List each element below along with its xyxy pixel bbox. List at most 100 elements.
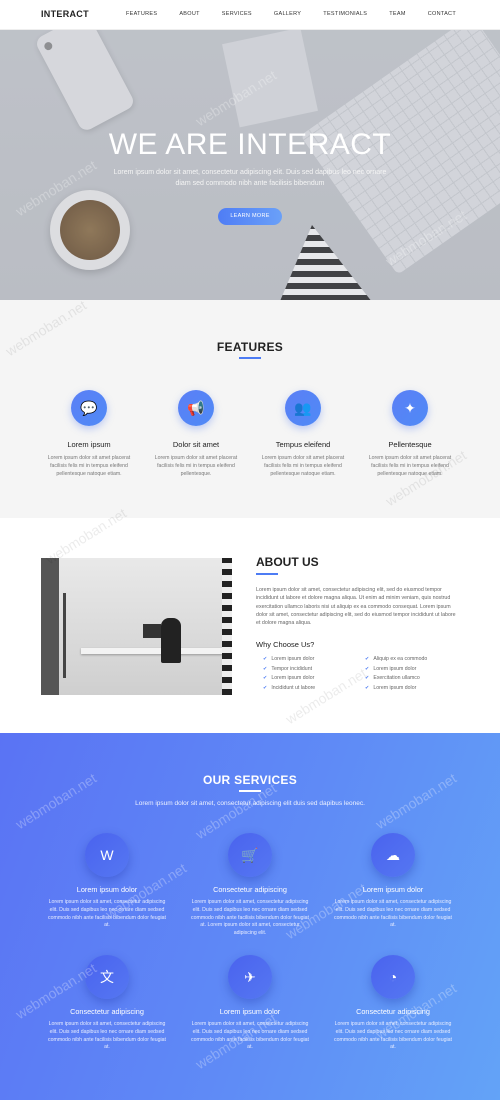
nav-link-features[interactable]: FEATURES [126, 11, 157, 17]
nav-link-about[interactable]: ABOUT [179, 11, 199, 17]
list-item: ✔ Exercitation ullamco [365, 675, 427, 685]
service-title: Lorem ipsum dolor [219, 1007, 281, 1016]
photo-stripe [222, 558, 232, 695]
service-card: 文 Consectetur adipiscing Lorem ipsum dol… [47, 955, 167, 1052]
check-icon: ✔ [263, 675, 268, 682]
photo-person [161, 618, 181, 663]
why-list-right: ✔ Aliquip ex ea commodo ✔ Lorem ipsum dolo… [365, 656, 427, 695]
brand-logo[interactable]: INTERACT [41, 9, 89, 19]
list-item: ✔ Lorem ipsum dolor [365, 666, 427, 676]
features-title-underline [239, 357, 261, 359]
list-item-label: Lorem ipsum dolor [373, 665, 417, 672]
users-icon: 👥 [285, 390, 321, 426]
service-title: Consectetur adipiscing [356, 1007, 430, 1016]
list-item: ✔ Lorem ipsum dolor [365, 685, 427, 695]
service-card: W Lorem ipsum dolor Lorem ipsum dolor si… [47, 833, 167, 930]
feature-card: ✦ Pellentesque Lorem ipsum dolor sit ame… [360, 390, 460, 478]
service-text: Lorem ipsum dolor sit amet, consectetur … [191, 1021, 309, 1051]
cart-icon: 🛒 [228, 833, 272, 877]
check-icon: ✔ [365, 656, 370, 662]
photo-shelf [41, 558, 59, 695]
service-title: Lorem ipsum dolor [76, 885, 138, 894]
feature-title: Lorem ipsum [67, 440, 111, 449]
list-item-label: Incididunt ut labore [271, 685, 316, 692]
photo-monitor [143, 624, 161, 638]
check-icon: ✔ [365, 665, 370, 672]
list-item: ✔ Lorem ipsum dolor [263, 656, 315, 666]
feature-text: Lorem ipsum dolor sit amet placerat faci… [154, 455, 238, 477]
list-item: ✔ Lorem ipsum dolor [263, 675, 315, 685]
list-item-label: Aliquip ex ea commodo [373, 656, 428, 662]
about-photo [41, 558, 232, 695]
service-text: Lorem ipsum dolor sit amet, consectetur … [334, 899, 452, 929]
nav-link-services[interactable]: SERVICES [222, 11, 252, 17]
feature-text: Lorem ipsum dolor sit amet placerat faci… [368, 455, 452, 477]
why-choose-title: Why Choose Us? [256, 640, 315, 649]
photo-lamp [63, 593, 66, 678]
list-item-label: Tempor incididunt [271, 665, 313, 672]
feature-card: 💬 Lorem ipsum Lorem ipsum dolor sit amet… [39, 390, 139, 478]
feature-title: Tempus eleifend [275, 440, 331, 449]
list-item: ✔ Aliquip ex ea commodo [365, 656, 427, 666]
hero-subtitle: Lorem ipsum dolor sit amet, consectetur … [113, 169, 387, 187]
nav-link-team[interactable]: TEAM [389, 11, 405, 17]
plane-icon: ✈ [228, 955, 272, 999]
list-item: ✔ Incididunt ut labore [263, 685, 315, 695]
feature-card: 📢 Dolor sit amet Lorem ipsum dolor sit a… [146, 390, 246, 478]
services-title-underline [239, 790, 261, 792]
service-card: ✈ Lorem ipsum dolor Lorem ipsum dolor si… [190, 955, 310, 1052]
about-text: Lorem ipsum dolor sit amet, consectetur … [256, 587, 456, 627]
feature-title: Pellentesque [388, 440, 432, 449]
wordpress-icon: W [85, 833, 129, 877]
service-text: Lorem ipsum dolor sit amet, consectetur … [334, 1021, 452, 1051]
services-section: OUR SERVICES Lorem ipsum dolor sit amet,… [0, 733, 500, 1100]
service-card: ◔ Consectetur adipiscing Lorem ipsum dol… [333, 955, 453, 1052]
chat-icon: 💬 [71, 390, 107, 426]
hero-section: WE ARE INTERACT Lorem ipsum dolor sit am… [0, 30, 500, 300]
why-list-left: ✔ Lorem ipsum dolor ✔ Tempor incididunt ✔ L… [263, 656, 315, 695]
service-text: Lorem ipsum dolor sit amet, consectetur … [48, 1021, 166, 1051]
nav-link-gallery[interactable]: GALLERY [274, 11, 301, 17]
service-text: Lorem ipsum dolor sit amet, consectetur … [48, 899, 166, 929]
service-title: Consectetur adipiscing [213, 885, 287, 894]
feature-text: Lorem ipsum dolor sit amet placerat faci… [261, 455, 345, 477]
about-section: ABOUT US Lorem ipsum dolor sit amet, con… [0, 505, 500, 733]
photo-desk [81, 648, 231, 654]
service-card: 🛒 Consectetur adipiscing Lorem ipsum dol… [190, 833, 310, 938]
check-icon: ✔ [263, 665, 268, 672]
hero-title: WE ARE INTERACT [108, 128, 392, 161]
magic-wand-icon: ✦ [392, 390, 428, 426]
check-icon: ✔ [365, 685, 370, 692]
nav-link-contact[interactable]: CONTACT [428, 11, 456, 17]
translate-icon: 文 [85, 955, 129, 999]
list-item-label: Lorem ipsum dolor [271, 656, 315, 662]
feature-title: Dolor sit amet [172, 440, 220, 449]
top-navbar: INTERACT FEATURES ABOUT SERVICES GALLERY… [0, 0, 500, 30]
services-subtitle: Lorem ipsum dolor sit amet, consectetur … [135, 800, 365, 807]
list-item-label: Exercitation ullamco [373, 675, 420, 682]
service-text: Lorem ipsum dolor sit amet, consectetur … [191, 899, 309, 937]
cloud-download-icon: ☁ [371, 833, 415, 877]
service-card: ☁ Lorem ipsum dolor Lorem ipsum dolor si… [333, 833, 453, 930]
service-title: Consectetur adipiscing [70, 1007, 144, 1016]
list-item-label: Lorem ipsum dolor [271, 675, 315, 682]
services-title: OUR SERVICES [202, 773, 298, 787]
photo-wall [41, 558, 232, 695]
about-title: ABOUT US [256, 555, 319, 569]
feature-text: Lorem ipsum dolor sit amet placerat faci… [47, 455, 131, 477]
list-item-label: Lorem ipsum dolor [373, 685, 417, 692]
hero-overlay [0, 30, 500, 300]
nav-menu: FEATURES ABOUT SERVICES GALLERY TESTIMON… [126, 11, 456, 17]
check-icon: ✔ [263, 656, 268, 662]
list-item: ✔ Tempor incididunt [263, 666, 315, 676]
pie-chart-icon: ◔ [371, 955, 415, 999]
nav-link-testimonials[interactable]: TESTIMONIALS [323, 11, 367, 17]
megaphone-icon: 📢 [178, 390, 214, 426]
service-title: Lorem ipsum dolor [362, 885, 424, 894]
features-title: FEATURES [216, 340, 284, 354]
learn-more-button[interactable]: LEARN MORE [218, 208, 282, 225]
check-icon: ✔ [263, 685, 268, 692]
about-title-underline [256, 573, 278, 575]
features-section: FEATURES 💬 Lorem ipsum Lorem ipsum dolor… [0, 297, 500, 518]
check-icon: ✔ [365, 675, 370, 682]
